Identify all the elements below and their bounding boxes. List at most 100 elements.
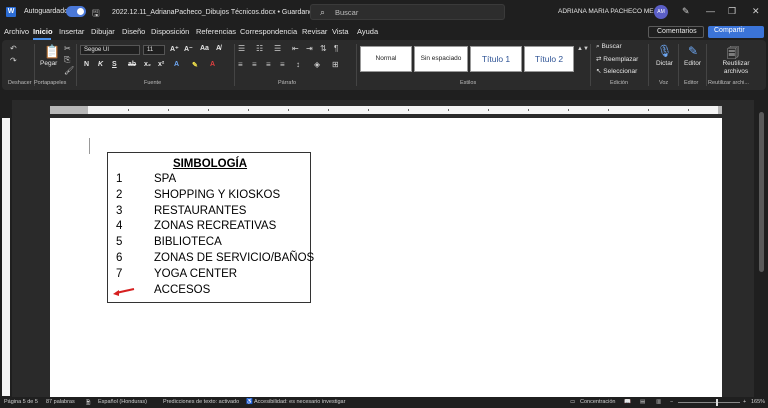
- restore-icon[interactable]: ❐: [728, 6, 736, 17]
- redo-icon[interactable]: ↷: [10, 56, 17, 65]
- bullets-icon[interactable]: ☰: [238, 44, 245, 53]
- font-name-select[interactable]: Segoe UI: [80, 45, 140, 55]
- highlight-icon[interactable]: ✎: [192, 61, 198, 69]
- clear-format-icon[interactable]: A̸: [216, 45, 221, 52]
- tab-insertar[interactable]: Insertar: [59, 27, 84, 36]
- legend-item-zonas-servicio: ZONAS DE SERVICIO/BAÑOS: [154, 252, 315, 264]
- grow-font-icon[interactable]: A⁺: [170, 45, 179, 53]
- increase-indent-icon[interactable]: ⇥: [306, 44, 313, 53]
- save-icon[interactable]: 🖫: [92, 6, 100, 22]
- style-heading-1[interactable]: Título 1: [470, 46, 522, 72]
- font-size-select[interactable]: 11: [143, 45, 165, 55]
- align-right-icon[interactable]: ≡: [266, 60, 271, 69]
- word-count[interactable]: 87 palabras: [46, 399, 75, 405]
- undo-icon[interactable]: ↶: [10, 44, 17, 53]
- superscript-button[interactable]: x²: [158, 61, 164, 68]
- borders-icon[interactable]: ⊞: [332, 60, 339, 69]
- pen-icon[interactable]: ✎: [682, 6, 690, 17]
- format-painter-icon[interactable]: 🖌: [64, 66, 74, 75]
- find-button[interactable]: ⌕ Buscar: [596, 43, 622, 51]
- legend-item-yoga: YOGA CENTER: [154, 268, 238, 280]
- clipboard-icon[interactable]: 📋: [44, 44, 60, 60]
- legend-number: 7: [116, 268, 123, 280]
- font-color-icon[interactable]: A: [210, 61, 215, 68]
- copy-icon[interactable]: ⎘: [64, 55, 70, 65]
- multilevel-icon[interactable]: ☰: [274, 44, 281, 53]
- replace-button[interactable]: ⇄ Reemplazar: [596, 55, 638, 63]
- italic-button[interactable]: K: [98, 61, 103, 68]
- document-title[interactable]: 2022.12.11_AdrianaPacheco_Dibujos Técnic…: [112, 8, 331, 16]
- microphone-icon[interactable]: 🎙: [657, 44, 672, 60]
- comments-button[interactable]: Comentarios: [648, 26, 704, 38]
- web-layout-icon[interactable]: ▥: [656, 399, 661, 405]
- cut-icon[interactable]: ✂: [64, 44, 71, 53]
- align-center-icon[interactable]: ≡: [252, 60, 257, 69]
- paste-button[interactable]: Pegar: [40, 60, 57, 67]
- zoom-in-icon[interactable]: +: [743, 399, 746, 405]
- language-status[interactable]: Español (Honduras): [98, 399, 147, 405]
- legend-number: 2: [116, 189, 123, 201]
- pilcrow-icon[interactable]: ¶: [334, 44, 338, 53]
- style-heading-2[interactable]: Título 2: [524, 46, 574, 72]
- zoom-slider-handle[interactable]: [716, 399, 718, 406]
- style-no-spacing[interactable]: Sin espaciado: [414, 46, 468, 72]
- share-button[interactable]: Compartir: [708, 26, 764, 38]
- horizontal-ruler[interactable]: [88, 106, 718, 114]
- styles-scroll-icon[interactable]: ▲▼: [577, 46, 589, 52]
- word-logo-icon: W: [6, 7, 16, 17]
- tab-dibujar[interactable]: Dibujar: [91, 27, 115, 36]
- page-count[interactable]: Página 5 de 5: [4, 399, 38, 405]
- text-effects-icon[interactable]: A: [174, 61, 179, 68]
- reuse-files-icon[interactable]: 🗐: [726, 44, 740, 60]
- style-normal[interactable]: Normal: [360, 46, 412, 72]
- zoom-slider[interactable]: [678, 402, 740, 403]
- group-voice-label: Voz: [659, 80, 669, 86]
- select-button[interactable]: ↖ Seleccionar: [596, 67, 637, 75]
- editor-icon[interactable]: ✎: [686, 44, 700, 60]
- tab-archivo[interactable]: Archivo: [4, 27, 29, 36]
- strike-button[interactable]: ab: [128, 61, 136, 68]
- tab-vista[interactable]: Vista: [332, 27, 349, 36]
- sort-icon[interactable]: ⇅: [320, 44, 327, 53]
- user-name[interactable]: ADRIANA MARIA PACHECO MEJIA: [558, 8, 663, 15]
- close-icon[interactable]: ✕: [752, 6, 760, 17]
- find-label: Buscar: [601, 43, 622, 50]
- avatar[interactable]: AM: [654, 5, 668, 19]
- search-placeholder: Buscar: [335, 8, 359, 17]
- shrink-font-icon[interactable]: A⁻: [184, 45, 193, 53]
- tab-ayuda[interactable]: Ayuda: [357, 27, 378, 36]
- focus-mode-button[interactable]: Concentración: [580, 399, 615, 405]
- dictate-button[interactable]: Dictar: [656, 60, 673, 67]
- text-predictions-status[interactable]: Predicciones de texto: activado: [163, 399, 239, 405]
- accessibility-status[interactable]: Accesibilidad: es necesario investigar: [254, 399, 345, 405]
- autosave-toggle[interactable]: [66, 6, 86, 17]
- zoom-out-icon[interactable]: −: [670, 399, 673, 405]
- print-layout-icon[interactable]: ▤: [640, 399, 645, 405]
- numbering-icon[interactable]: ☷: [256, 44, 263, 53]
- editor-button[interactable]: Editor: [684, 60, 701, 67]
- select-label: Seleccionar: [603, 68, 638, 75]
- subscript-button[interactable]: x₂: [144, 61, 151, 68]
- tab-revisar[interactable]: Revisar: [302, 27, 327, 36]
- reuse-files-button[interactable]: Reutilizar archivos: [710, 60, 762, 76]
- zoom-level[interactable]: 165%: [751, 399, 765, 405]
- tab-correspondencia[interactable]: Correspondencia: [240, 27, 297, 36]
- read-mode-icon[interactable]: 📖: [624, 399, 631, 405]
- decrease-indent-icon[interactable]: ⇤: [292, 44, 299, 53]
- change-case-icon[interactable]: Aa: [200, 45, 209, 52]
- tab-disposicion[interactable]: Disposición: [151, 27, 189, 36]
- justify-icon[interactable]: ≡: [280, 60, 285, 69]
- tab-referencias[interactable]: Referencias: [196, 27, 236, 36]
- legend-table[interactable]: SIMBOLOGÍA 1 SPA 2 SHOPPING Y KIOSKOS 3 …: [107, 152, 315, 303]
- align-left-icon[interactable]: ≡: [238, 60, 243, 69]
- tab-inicio[interactable]: Inicio: [33, 27, 53, 36]
- line-spacing-icon[interactable]: ↕: [296, 60, 300, 69]
- tab-diseno[interactable]: Diseño: [122, 27, 145, 36]
- shading-icon[interactable]: ◈: [314, 60, 320, 69]
- scrollbar-thumb[interactable]: [759, 112, 764, 272]
- underline-button[interactable]: S: [112, 61, 117, 68]
- search-input[interactable]: ⌕ Buscar: [310, 4, 505, 20]
- bold-button[interactable]: N: [84, 61, 89, 68]
- minimize-icon[interactable]: —: [706, 6, 715, 16]
- proofing-icon[interactable]: 🗎: [86, 399, 90, 408]
